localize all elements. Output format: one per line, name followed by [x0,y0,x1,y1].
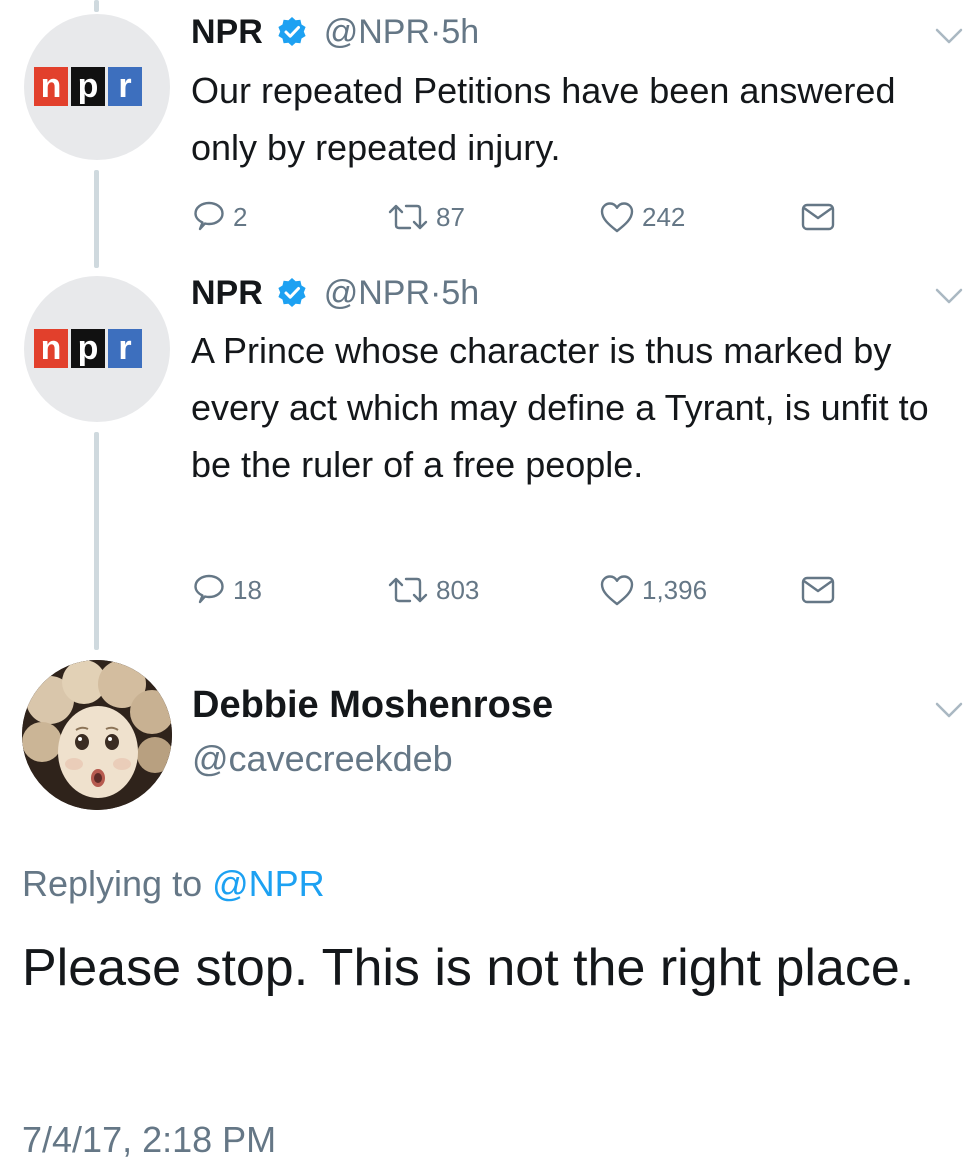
npr-logo: n p r [34,329,142,368]
tweet-timestamp: 7/4/17, 2:18 PM [22,1119,277,1160]
display-name[interactable]: NPR [191,274,263,312]
retweet-icon [388,577,428,603]
retweet-count: 803 [436,574,480,605]
like-icon [600,202,634,233]
verified-badge-icon [278,17,306,46]
chevron-down-icon[interactable] [934,286,964,306]
tweet-actions: 18 803 1,396 [191,572,851,608]
retweet-button[interactable]: 803 [386,572,479,608]
npr-logo-n: n [34,67,68,106]
direct-message-button[interactable] [799,572,837,608]
thread-line-top [94,0,99,12]
replying-to: Replying to @NPR [22,863,325,905]
reply-count: 18 [233,574,262,605]
avatar-photo [22,660,172,810]
npr-logo-r: r [108,329,142,368]
like-count: 1,396 [642,574,708,605]
chevron-down-icon[interactable] [934,26,964,46]
tweet-text: Our repeated Petitions have been answere… [191,70,896,168]
like-button[interactable]: 1,396 [598,572,707,608]
like-button[interactable]: 242 [598,199,685,235]
replying-to-label: Replying to [22,863,203,904]
reply-text: Please stop. This is not the right place… [22,939,915,997]
avatar[interactable]: n p r [24,276,170,422]
reply-count: 2 [233,201,248,232]
separator-dot: · [430,274,442,312]
direct-message-icon [801,576,835,604]
npr-logo: n p r [34,67,142,106]
replying-to-mention[interactable]: @NPR [212,863,325,904]
direct-message-icon [801,203,835,231]
display-name[interactable]: Debbie Moshenrose [192,684,553,727]
thread-line-bottom [94,432,99,650]
retweet-count: 87 [436,201,465,232]
tweet-time[interactable]: 5h [441,13,479,51]
thread-line-middle [94,170,99,268]
user-handle[interactable]: @cavecreekdeb [192,738,453,780]
display-name[interactable]: NPR [191,13,263,51]
retweet-icon [388,204,428,230]
like-icon [600,575,634,606]
tweet-header: NPR @NPR·5h [191,12,479,52]
tweet-header: NPR @NPR·5h [191,273,479,313]
npr-logo-p: p [71,329,105,368]
user-handle[interactable]: @NPR [324,274,430,312]
avatar[interactable] [22,660,172,810]
like-count: 242 [642,201,686,232]
retweet-button[interactable]: 87 [386,199,465,235]
npr-logo-r: r [108,67,142,106]
tweet-time[interactable]: 5h [441,274,479,312]
chevron-down-icon[interactable] [934,700,964,720]
tweet-text: A Prince whose character is thus marked … [191,330,929,485]
tweet-actions: 2 87 242 [191,199,851,235]
npr-logo-p: p [71,67,105,106]
npr-logo-n: n [34,329,68,368]
direct-message-button[interactable] [799,199,837,235]
avatar[interactable]: n p r [24,14,170,160]
verified-badge-icon [278,278,306,307]
separator-dot: · [430,13,442,51]
reply-icon [194,574,224,604]
reply-button[interactable]: 18 [191,572,262,608]
user-handle[interactable]: @NPR [324,13,430,51]
reply-icon [194,201,224,231]
reply-button[interactable]: 2 [191,199,247,235]
